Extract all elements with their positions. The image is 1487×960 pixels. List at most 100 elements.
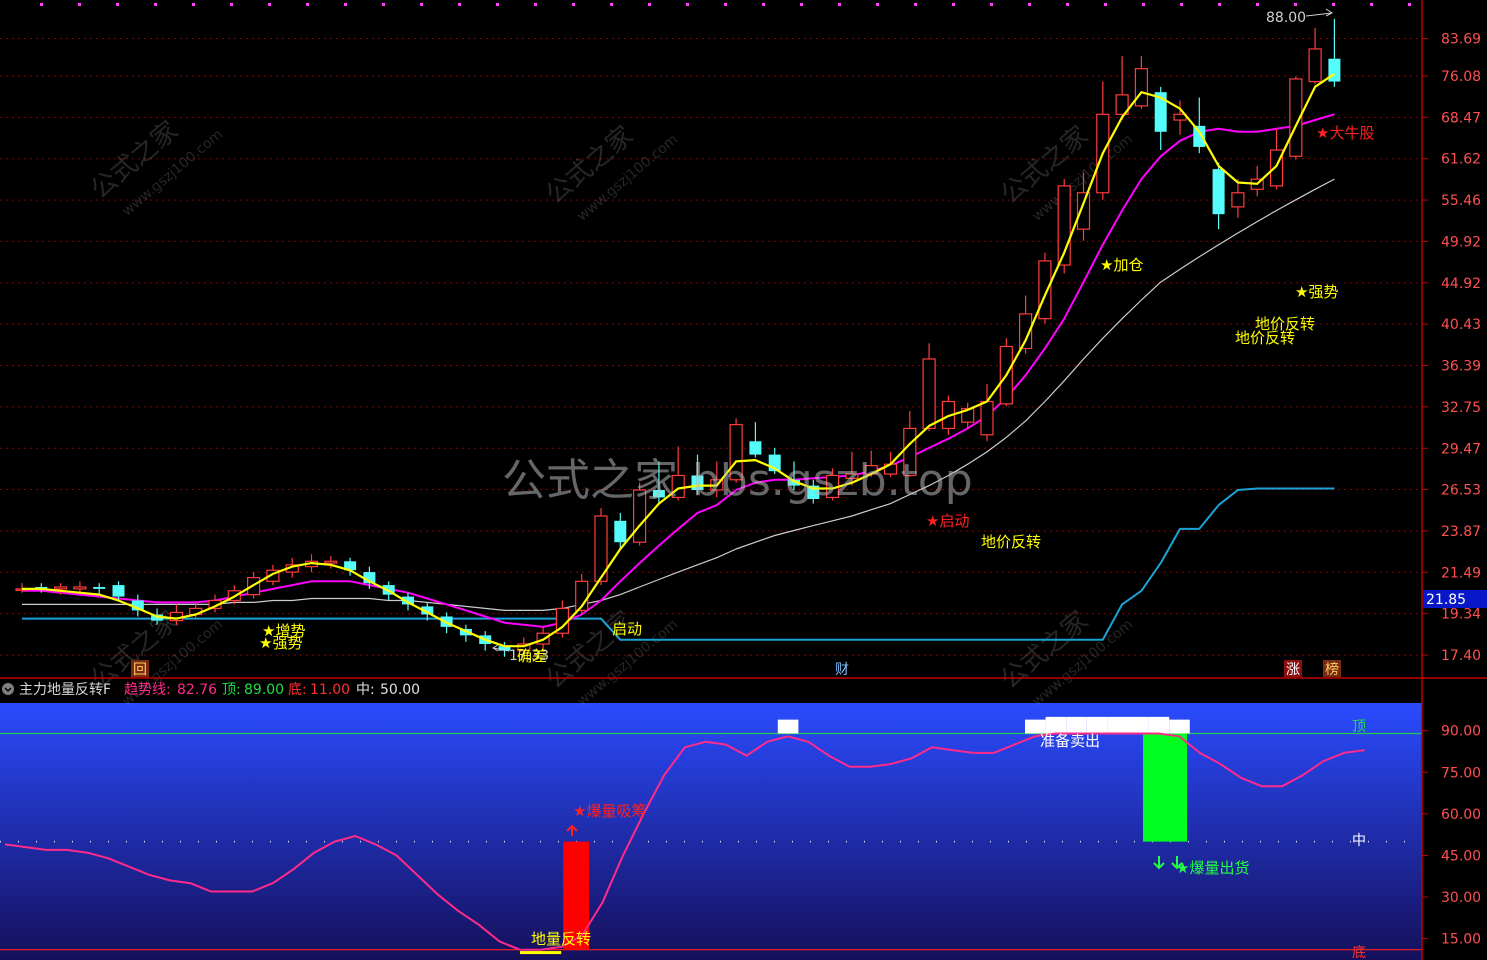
price-tick-label: 17.40 — [1441, 648, 1481, 664]
top-dot — [724, 3, 727, 6]
annotation-add-position: ★加仓 — [1100, 256, 1143, 274]
top-dot — [306, 3, 309, 6]
top-dot — [800, 3, 803, 6]
annotation-big-bull: ★大牛股 — [1316, 124, 1374, 142]
annotation-ground-reversal-3: 地价反转 — [981, 533, 1041, 551]
indicator-tick-label: 75.00 — [1441, 765, 1481, 781]
candle-body-down — [93, 586, 106, 589]
top-dot — [78, 3, 81, 6]
top-label: 顶: — [222, 682, 241, 698]
top-dot — [1332, 3, 1335, 6]
top-dot — [420, 3, 423, 6]
annotation-ground-reversal-ind: 地量反转 — [531, 930, 591, 948]
price-tick-label: 40.43 — [1441, 317, 1481, 333]
annotation-ground-reversal-2: 地价反转 — [1235, 329, 1295, 347]
candle-body-up — [922, 358, 936, 430]
annotation-increase: ★增势 — [262, 622, 305, 640]
top-dot — [914, 3, 917, 6]
tag-hui[interactable]: 回 — [133, 662, 147, 678]
sell-signal-bar — [1143, 733, 1187, 842]
top-dot — [458, 3, 461, 6]
tag-zhang[interactable]: 涨 — [1286, 662, 1300, 678]
top-dot — [1180, 3, 1183, 6]
prepare-sell-step — [1169, 719, 1190, 734]
top-value: 89.00 — [244, 682, 284, 698]
price-tick-label: 19.34 — [1441, 607, 1481, 623]
trend-value: 82.76 — [177, 682, 217, 698]
indicator-tick-label: 45.00 — [1441, 848, 1481, 864]
top-dot — [1066, 3, 1069, 6]
price-tick-label: 44.92 — [1441, 276, 1481, 292]
candle — [999, 338, 1013, 407]
indicator-tick-label: 15.00 — [1441, 932, 1481, 948]
top-dot — [116, 3, 119, 6]
annotation-strong-right: ★强势 — [1295, 283, 1338, 301]
top-dot — [1370, 3, 1373, 6]
top-dot — [40, 3, 43, 6]
indicator-tick-label: 30.00 — [1441, 890, 1481, 906]
candle-body-down — [1328, 58, 1341, 82]
annotation-sell-signal: ★爆量出货 — [1176, 859, 1249, 877]
top-dot — [1294, 3, 1297, 6]
price-tick-label: 36.39 — [1441, 358, 1481, 374]
ground-reversal-mark — [520, 951, 562, 955]
candle-body-up — [1231, 192, 1245, 208]
candle-body-up — [1076, 192, 1091, 230]
price-tick-label: 29.47 — [1441, 441, 1481, 457]
prepare-sell-step — [1148, 716, 1170, 734]
bottom-label: 底: — [288, 682, 307, 698]
price-tick-label: 61.62 — [1441, 152, 1481, 168]
chart-canvas: 公式之家www.gszj100.com 公式之家www.gszj100.com 公式… — [0, 0, 1487, 960]
price-tick-label: 21.49 — [1441, 565, 1481, 581]
trend-label: 趋势线: — [124, 682, 171, 698]
top-dot — [1104, 3, 1107, 6]
top-dot — [572, 3, 575, 6]
top-dot — [230, 3, 233, 6]
annotation-buy-signal: ★爆量吸筹 — [573, 802, 646, 820]
indicator-tick-label: 60.00 — [1441, 807, 1481, 823]
price-tick-label: 55.46 — [1441, 193, 1481, 209]
top-dot — [686, 3, 689, 6]
top-dot — [154, 3, 157, 6]
annotation-start-red: ★启动 — [926, 512, 969, 530]
collapse-indicator-icon[interactable] — [2, 683, 14, 695]
prepare-sell-step — [1066, 716, 1087, 734]
tag-cai[interactable]: 财 — [835, 662, 849, 678]
indicator-tick-label: 90.00 — [1441, 724, 1481, 740]
candle-body-down — [1212, 169, 1225, 215]
indicator-tag-bottom: 底 — [1352, 945, 1366, 960]
top-dot — [1218, 3, 1221, 6]
price-tick-label: 26.53 — [1441, 483, 1481, 499]
tag-bang[interactable]: 榜 — [1325, 661, 1339, 678]
indicator-background — [0, 703, 1422, 960]
annotation-bottom: 确差 — [517, 647, 547, 665]
top-dot — [1028, 3, 1031, 6]
top-dot — [990, 3, 993, 6]
top-dot — [534, 3, 537, 6]
indicator-tag-mid: 中 — [1352, 833, 1366, 849]
max-price-label: 88.00 — [1266, 10, 1306, 26]
price-tick-label: 23.87 — [1441, 524, 1481, 540]
candle-body-up — [1134, 68, 1149, 107]
mid-value: 50.00 — [380, 682, 420, 698]
main-watermark: 公式之家 bbs.gszb.top — [502, 455, 973, 506]
price-tick-label: 49.92 — [1441, 234, 1481, 250]
prepare-sell-step — [1086, 716, 1108, 734]
candle-body-up — [980, 400, 994, 436]
prepare-sell-step — [777, 719, 799, 734]
candle-body-down — [1193, 125, 1206, 147]
candle-body-up — [53, 586, 68, 590]
candle-body-down — [112, 585, 125, 597]
candle-body-down — [749, 441, 762, 455]
annotation-prepare-sell: 准备卖出 — [1040, 732, 1100, 750]
top-dot — [1408, 3, 1411, 6]
bottom-value: 11.00 — [310, 682, 350, 698]
annotation-start-yellow: 启动 — [612, 620, 642, 638]
top-dot — [648, 3, 651, 6]
top-dot — [382, 3, 385, 6]
top-dot — [876, 3, 879, 6]
price-tick-label: 68.47 — [1441, 110, 1481, 126]
mid-label: 中: — [356, 682, 375, 698]
indicator-title[interactable]: 主力地量反转F — [19, 682, 111, 698]
top-dot — [838, 3, 841, 6]
